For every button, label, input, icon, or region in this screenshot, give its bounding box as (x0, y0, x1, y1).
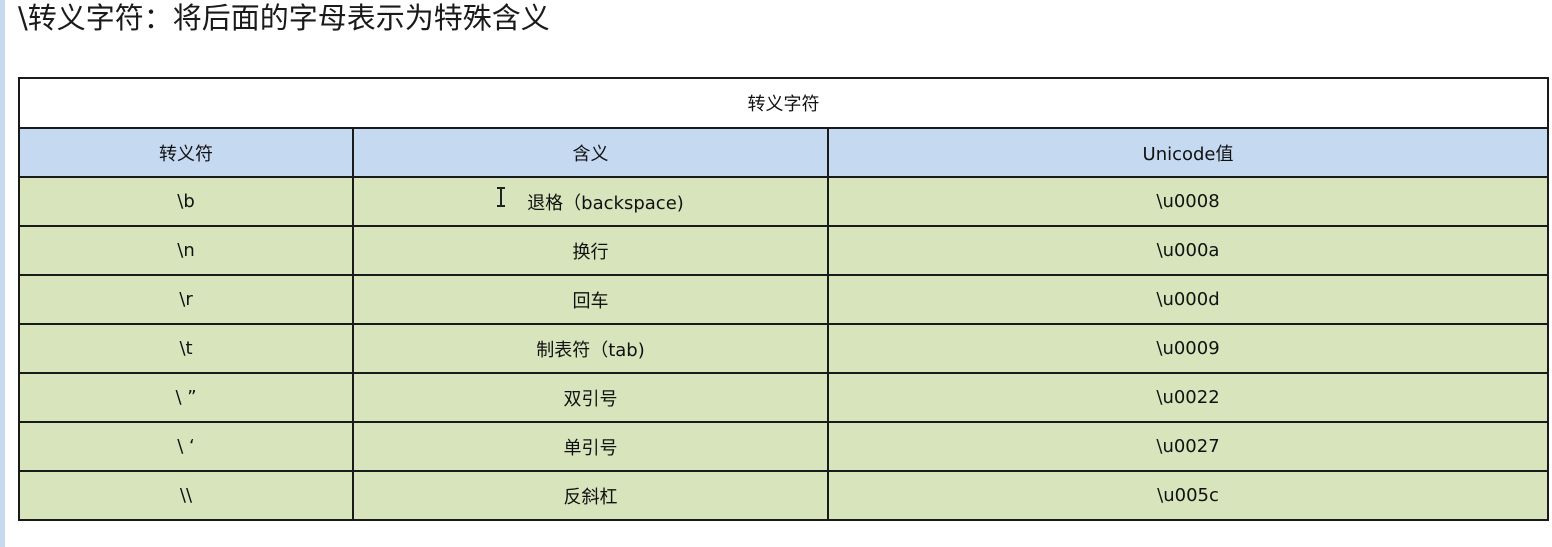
unicode-cell: \u0008 (826, 176, 1550, 227)
table-row: \r 回车 \u000d (18, 274, 1550, 325)
text-cursor-icon (497, 186, 506, 207)
escape-cell: \b (18, 176, 354, 227)
meaning-cell: 单引号 (352, 421, 829, 472)
table-caption: 转义字符 (17, 77, 1550, 129)
meaning-cell: 退格（backspace) (527, 192, 684, 214)
escape-cell: \r (18, 274, 354, 325)
header-meaning: 含义 (352, 127, 829, 178)
window-left-edge (0, 0, 5, 547)
table-row: \\ 反斜杠 \u005c (18, 470, 1550, 521)
escape-char-table: 转义字符 转义符 含义 Unicode值 \b 退格（backspace) \u… (17, 77, 1550, 521)
unicode-cell: \u005c (826, 470, 1550, 521)
unicode-cell: \u0009 (826, 323, 1550, 374)
meaning-cell: 制表符（tab) (352, 323, 829, 374)
meaning-cell: 回车 (352, 274, 829, 325)
table-header-row: 转义符 含义 Unicode值 (18, 127, 1550, 178)
unicode-cell: \u000a (826, 225, 1550, 276)
table-row: \n 换行 \u000a (18, 225, 1550, 276)
unicode-cell: \u0022 (826, 372, 1550, 423)
table-row: \ ‘ 单引号 \u0027 (18, 421, 1550, 472)
escape-cell: \ ” (18, 372, 354, 423)
escape-cell: \n (18, 225, 354, 276)
meaning-cell: 反斜杠 (352, 470, 829, 521)
table-row: \b 退格（backspace) \u0008 (18, 176, 1550, 227)
header-escape: 转义符 (18, 127, 354, 178)
header-unicode: Unicode值 (826, 127, 1550, 178)
meaning-cell: 换行 (352, 225, 829, 276)
escape-cell: \ ‘ (18, 421, 354, 472)
unicode-cell: \u0027 (826, 421, 1550, 472)
page-title: \转义字符：将后面的字母表示为特殊含义 (18, 1, 550, 35)
table-row: \ ” 双引号 \u0022 (18, 372, 1550, 423)
table-caption-row: 转义字符 (17, 77, 1550, 129)
meaning-cell: 双引号 (352, 372, 829, 423)
table-row: \t 制表符（tab) \u0009 (18, 323, 1550, 374)
unicode-cell: \u000d (826, 274, 1550, 325)
escape-cell: \\ (18, 470, 354, 521)
meaning-cell-with-cursor: 退格（backspace) (352, 176, 829, 227)
escape-cell: \t (18, 323, 354, 374)
